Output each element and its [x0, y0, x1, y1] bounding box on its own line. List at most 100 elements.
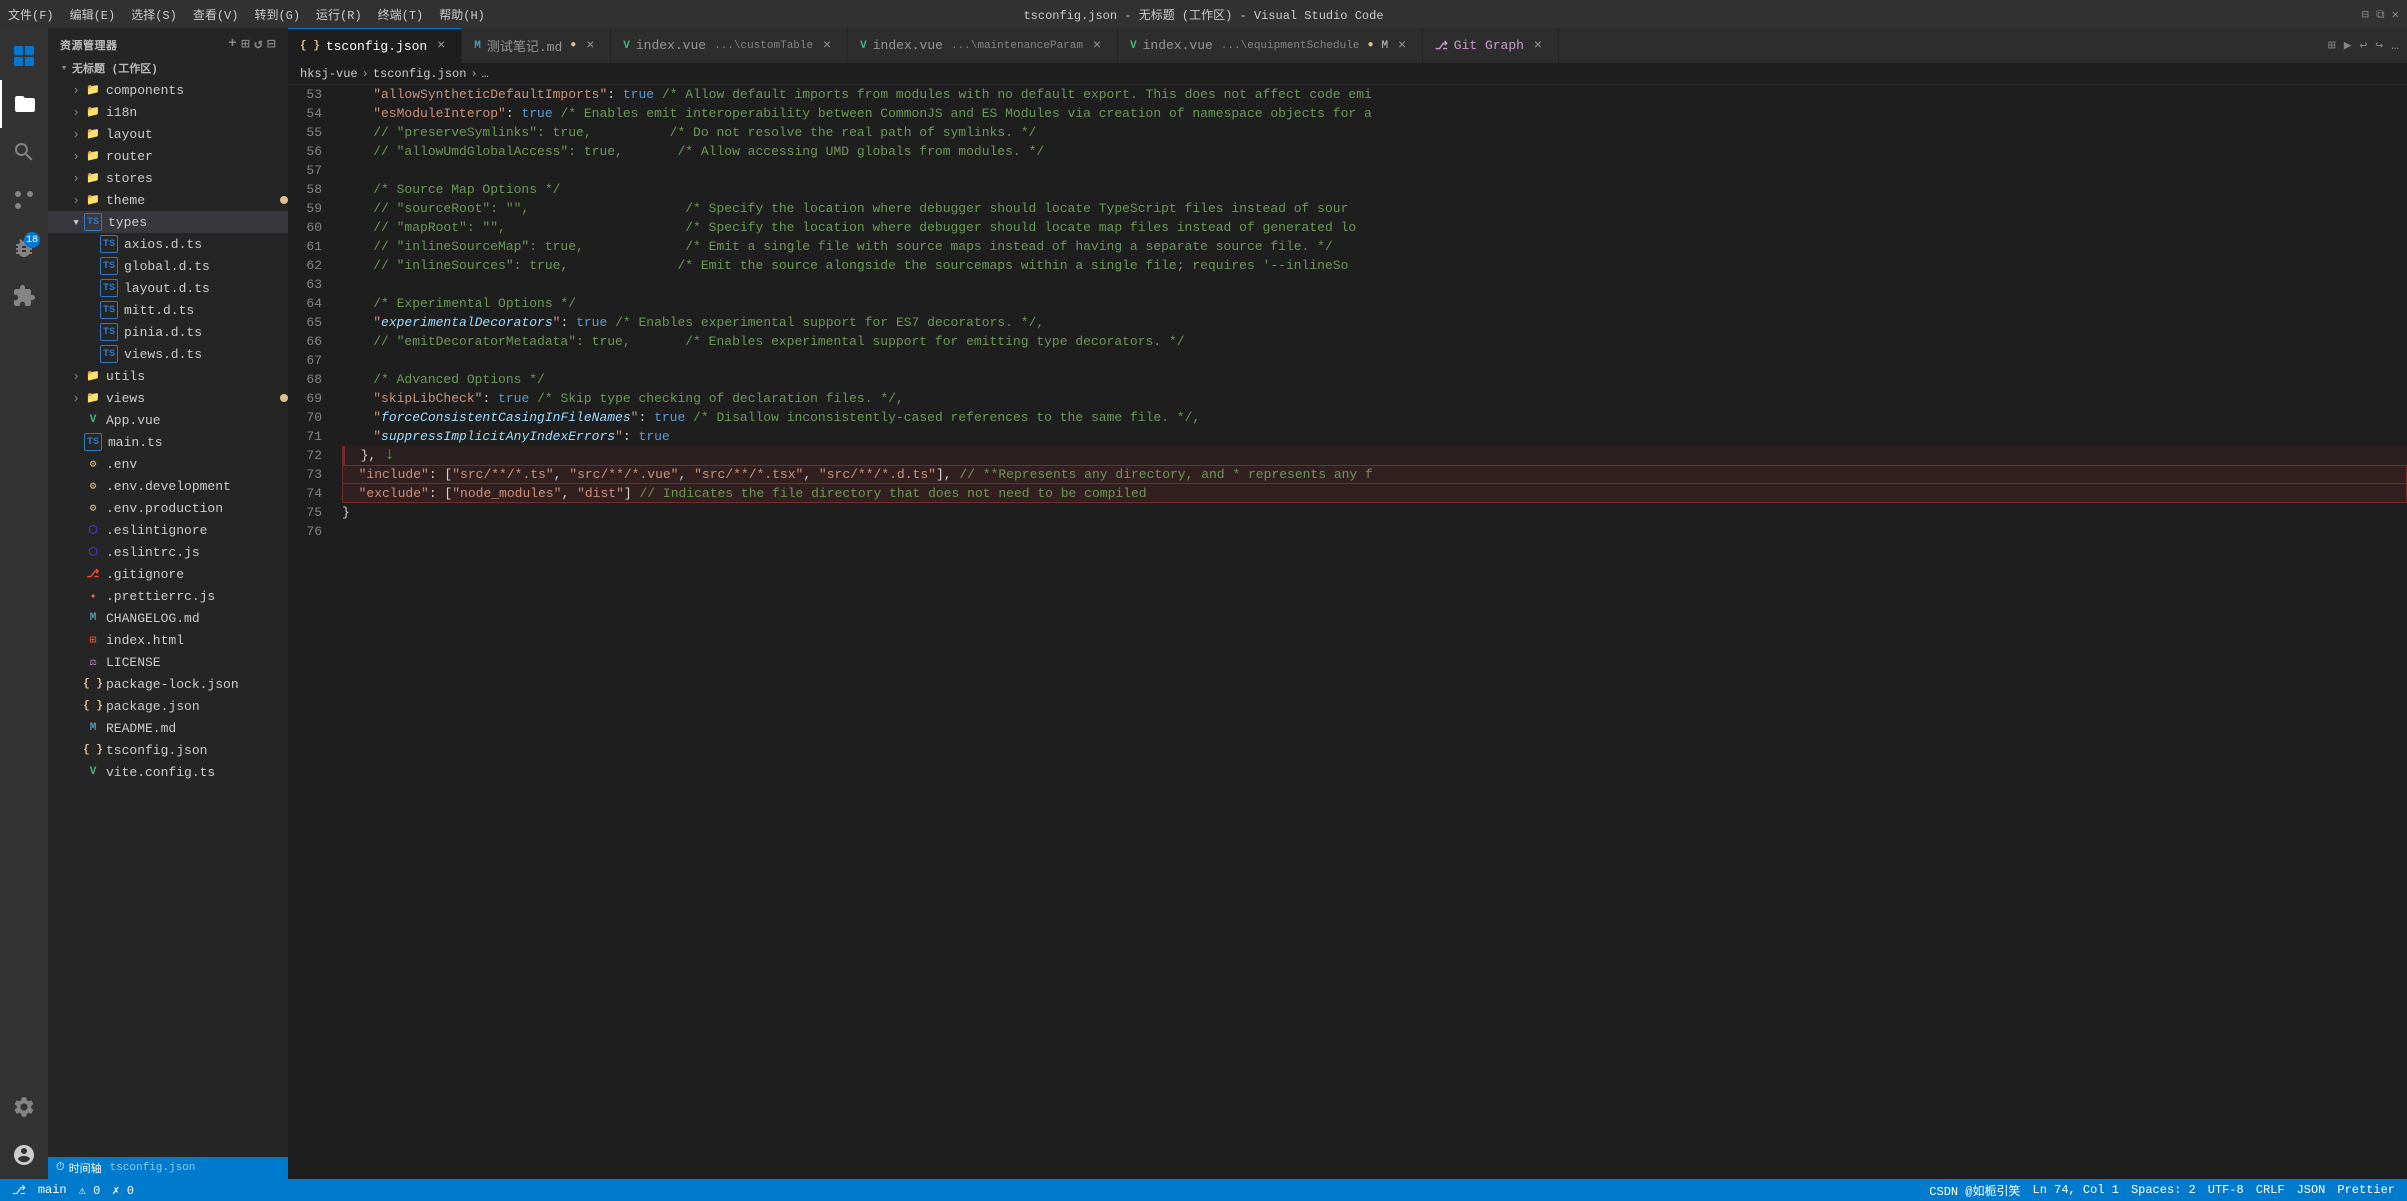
tab-close-custom[interactable]: ×: [819, 38, 835, 54]
more-icon[interactable]: …: [2391, 38, 2399, 53]
folder-utils[interactable]: › 📁 utils: [48, 365, 288, 387]
file-env[interactable]: ⚙ .env: [48, 453, 288, 475]
split-editor-icon[interactable]: ⊞: [2328, 38, 2336, 53]
md-icon: M: [84, 719, 102, 737]
window-icons: ⊟ ⧉ ✕: [2362, 7, 2399, 22]
debug-icon[interactable]: ▶: [2344, 38, 2352, 53]
encoding[interactable]: UTF-8: [2208, 1183, 2244, 1197]
tab-close-notes[interactable]: ×: [582, 38, 598, 54]
activity-icon-debug[interactable]: 18: [0, 224, 48, 272]
ln-65: 65: [300, 313, 322, 332]
language-mode[interactable]: JSON: [2297, 1183, 2326, 1197]
file-global-d-ts[interactable]: TS global.d.ts: [48, 255, 288, 277]
file-package-json[interactable]: { } package.json: [48, 695, 288, 717]
activity-icon-explorer[interactable]: [0, 80, 48, 128]
tab-actions[interactable]: ⊞ ▶ ↩ ↪ …: [2328, 38, 2407, 53]
breadcrumb-root[interactable]: hksj-vue: [300, 67, 358, 81]
menu-goto[interactable]: 转到(G): [254, 6, 300, 23]
line-ending[interactable]: CRLF: [2256, 1183, 2285, 1197]
file-vite-config[interactable]: V vite.config.ts: [48, 761, 288, 783]
file-changelog[interactable]: M CHANGELOG.md: [48, 607, 288, 629]
breadcrumb-sep1: ›: [362, 67, 369, 81]
folder-stores[interactable]: › 📁 stores: [48, 167, 288, 189]
ln-72: 72: [300, 446, 322, 465]
tab-git-graph[interactable]: ⎇ Git Graph ×: [1423, 28, 1559, 63]
menu-bar[interactable]: 文件(F) 编辑(E) 选择(S) 查看(V) 转到(G) 运行(R) 终端(T…: [8, 6, 485, 23]
new-folder-icon[interactable]: ⊞: [241, 36, 250, 53]
file-package-lock[interactable]: { } package-lock.json: [48, 673, 288, 695]
file-eslintrc[interactable]: ⬡ .eslintrc.js ◄: [48, 541, 288, 563]
activity-icon-vscode[interactable]: [0, 32, 48, 80]
collapse-icon[interactable]: ⊟: [267, 36, 276, 53]
folder-layout[interactable]: › 📁 layout: [48, 123, 288, 145]
menu-terminal[interactable]: 终端(T): [378, 6, 424, 23]
activity-icon-extensions[interactable]: [0, 272, 48, 320]
file-env-prod[interactable]: ⚙ .env.production: [48, 497, 288, 519]
vue-tab-icon: V: [860, 40, 867, 52]
activity-icon-account[interactable]: [0, 1131, 48, 1179]
indent-size[interactable]: Spaces: 2: [2131, 1183, 2196, 1197]
code-editor[interactable]: 53 54 55 56 57 58 59 60 61 62 63 64 65 6…: [288, 85, 2407, 1179]
code-line-57: [342, 161, 2407, 180]
folder-theme[interactable]: › 📁 theme: [48, 189, 288, 211]
vue-icon: V: [84, 763, 102, 781]
folder-components[interactable]: › 📁 components: [48, 79, 288, 101]
menu-file[interactable]: 文件(F): [8, 6, 54, 23]
tab-close-tsconfig[interactable]: ×: [433, 38, 449, 54]
menu-view[interactable]: 查看(V): [193, 6, 239, 23]
activity-icon-settings[interactable]: [0, 1083, 48, 1131]
cursor-position[interactable]: Ln 74, Col 1: [2033, 1183, 2119, 1197]
file-mitt-d-ts[interactable]: TS mitt.d.ts: [48, 299, 288, 321]
workspace-title[interactable]: ▾ 无标题 (工作区): [48, 57, 288, 79]
tab-notes[interactable]: M 测试笔记.md ● ×: [462, 28, 611, 63]
file-index-html[interactable]: ⊞ index.html: [48, 629, 288, 651]
menu-run[interactable]: 运行(R): [316, 6, 362, 23]
file-main-ts[interactable]: TS main.ts: [48, 431, 288, 453]
new-file-icon[interactable]: +: [228, 36, 237, 53]
file-prettierrc[interactable]: ✦ .prettierrc.js: [48, 585, 288, 607]
redo-icon[interactable]: ↪: [2375, 38, 2383, 53]
tab-label-index-custom: index.vue: [636, 38, 706, 53]
window-controls[interactable]: ⊟ ⧉ ✕: [2362, 7, 2399, 22]
formatter[interactable]: Prettier: [2337, 1183, 2395, 1197]
ts-icon: TS: [84, 433, 102, 451]
tab-close-git[interactable]: ×: [1530, 38, 1546, 54]
breadcrumb-section[interactable]: …: [482, 67, 489, 81]
file-gitignore[interactable]: ⎇ .gitignore: [48, 563, 288, 585]
breadcrumb-file[interactable]: tsconfig.json: [373, 67, 467, 81]
folder-views[interactable]: › 📁 views: [48, 387, 288, 409]
undo-icon[interactable]: ↩: [2360, 38, 2368, 53]
activity-icon-git[interactable]: [0, 176, 48, 224]
tab-close-maint[interactable]: ×: [1089, 38, 1105, 54]
git-branch-name[interactable]: main: [38, 1183, 67, 1197]
tab-index-maint[interactable]: V index.vue ...\maintenanceParam ×: [848, 28, 1118, 63]
menu-select[interactable]: 选择(S): [131, 6, 177, 23]
activity-icon-search[interactable]: [0, 128, 48, 176]
tab-index-equip[interactable]: V index.vue ...\equipmentSchedule ● M ×: [1118, 28, 1423, 63]
error-count[interactable]: ✗ 0: [112, 1183, 134, 1198]
refresh-icon[interactable]: ↺: [254, 36, 263, 53]
file-pinia-d-ts[interactable]: TS pinia.d.ts: [48, 321, 288, 343]
modified-indicator2: ●: [1367, 40, 1373, 51]
folder-i18n[interactable]: › 📁 i18n: [48, 101, 288, 123]
menu-edit[interactable]: 编辑(E): [70, 6, 116, 23]
file-layout-d-ts[interactable]: TS layout.d.ts: [48, 277, 288, 299]
file-axios-d-ts[interactable]: TS axios.d.ts: [48, 233, 288, 255]
file-app-vue[interactable]: V App.vue: [48, 409, 288, 431]
tab-tsconfig[interactable]: { } tsconfig.json ×: [288, 28, 462, 63]
sidebar-actions[interactable]: + ⊞ ↺ ⊟: [228, 36, 276, 53]
folder-router[interactable]: › 📁 router: [48, 145, 288, 167]
menu-help[interactable]: 帮助(H): [439, 6, 485, 23]
file-readme[interactable]: M README.md: [48, 717, 288, 739]
folder-types[interactable]: ▾ TS types: [48, 211, 288, 233]
file-eslintignore[interactable]: ⬡ .eslintignore: [48, 519, 288, 541]
file-license[interactable]: ⚖ LICENSE: [48, 651, 288, 673]
file-tsconfig-json[interactable]: { } tsconfig.json: [48, 739, 288, 761]
file-views-d-ts[interactable]: TS views.d.ts: [48, 343, 288, 365]
ts-icon: TS: [100, 323, 118, 341]
warning-count[interactable]: ⚠ 0: [79, 1183, 101, 1198]
git-branch-icon[interactable]: ⎇: [12, 1183, 26, 1198]
tab-close-equip[interactable]: ×: [1394, 38, 1410, 54]
tab-index-custom[interactable]: V index.vue ...\customTable ×: [611, 28, 848, 63]
file-env-dev[interactable]: ⚙ .env.development: [48, 475, 288, 497]
